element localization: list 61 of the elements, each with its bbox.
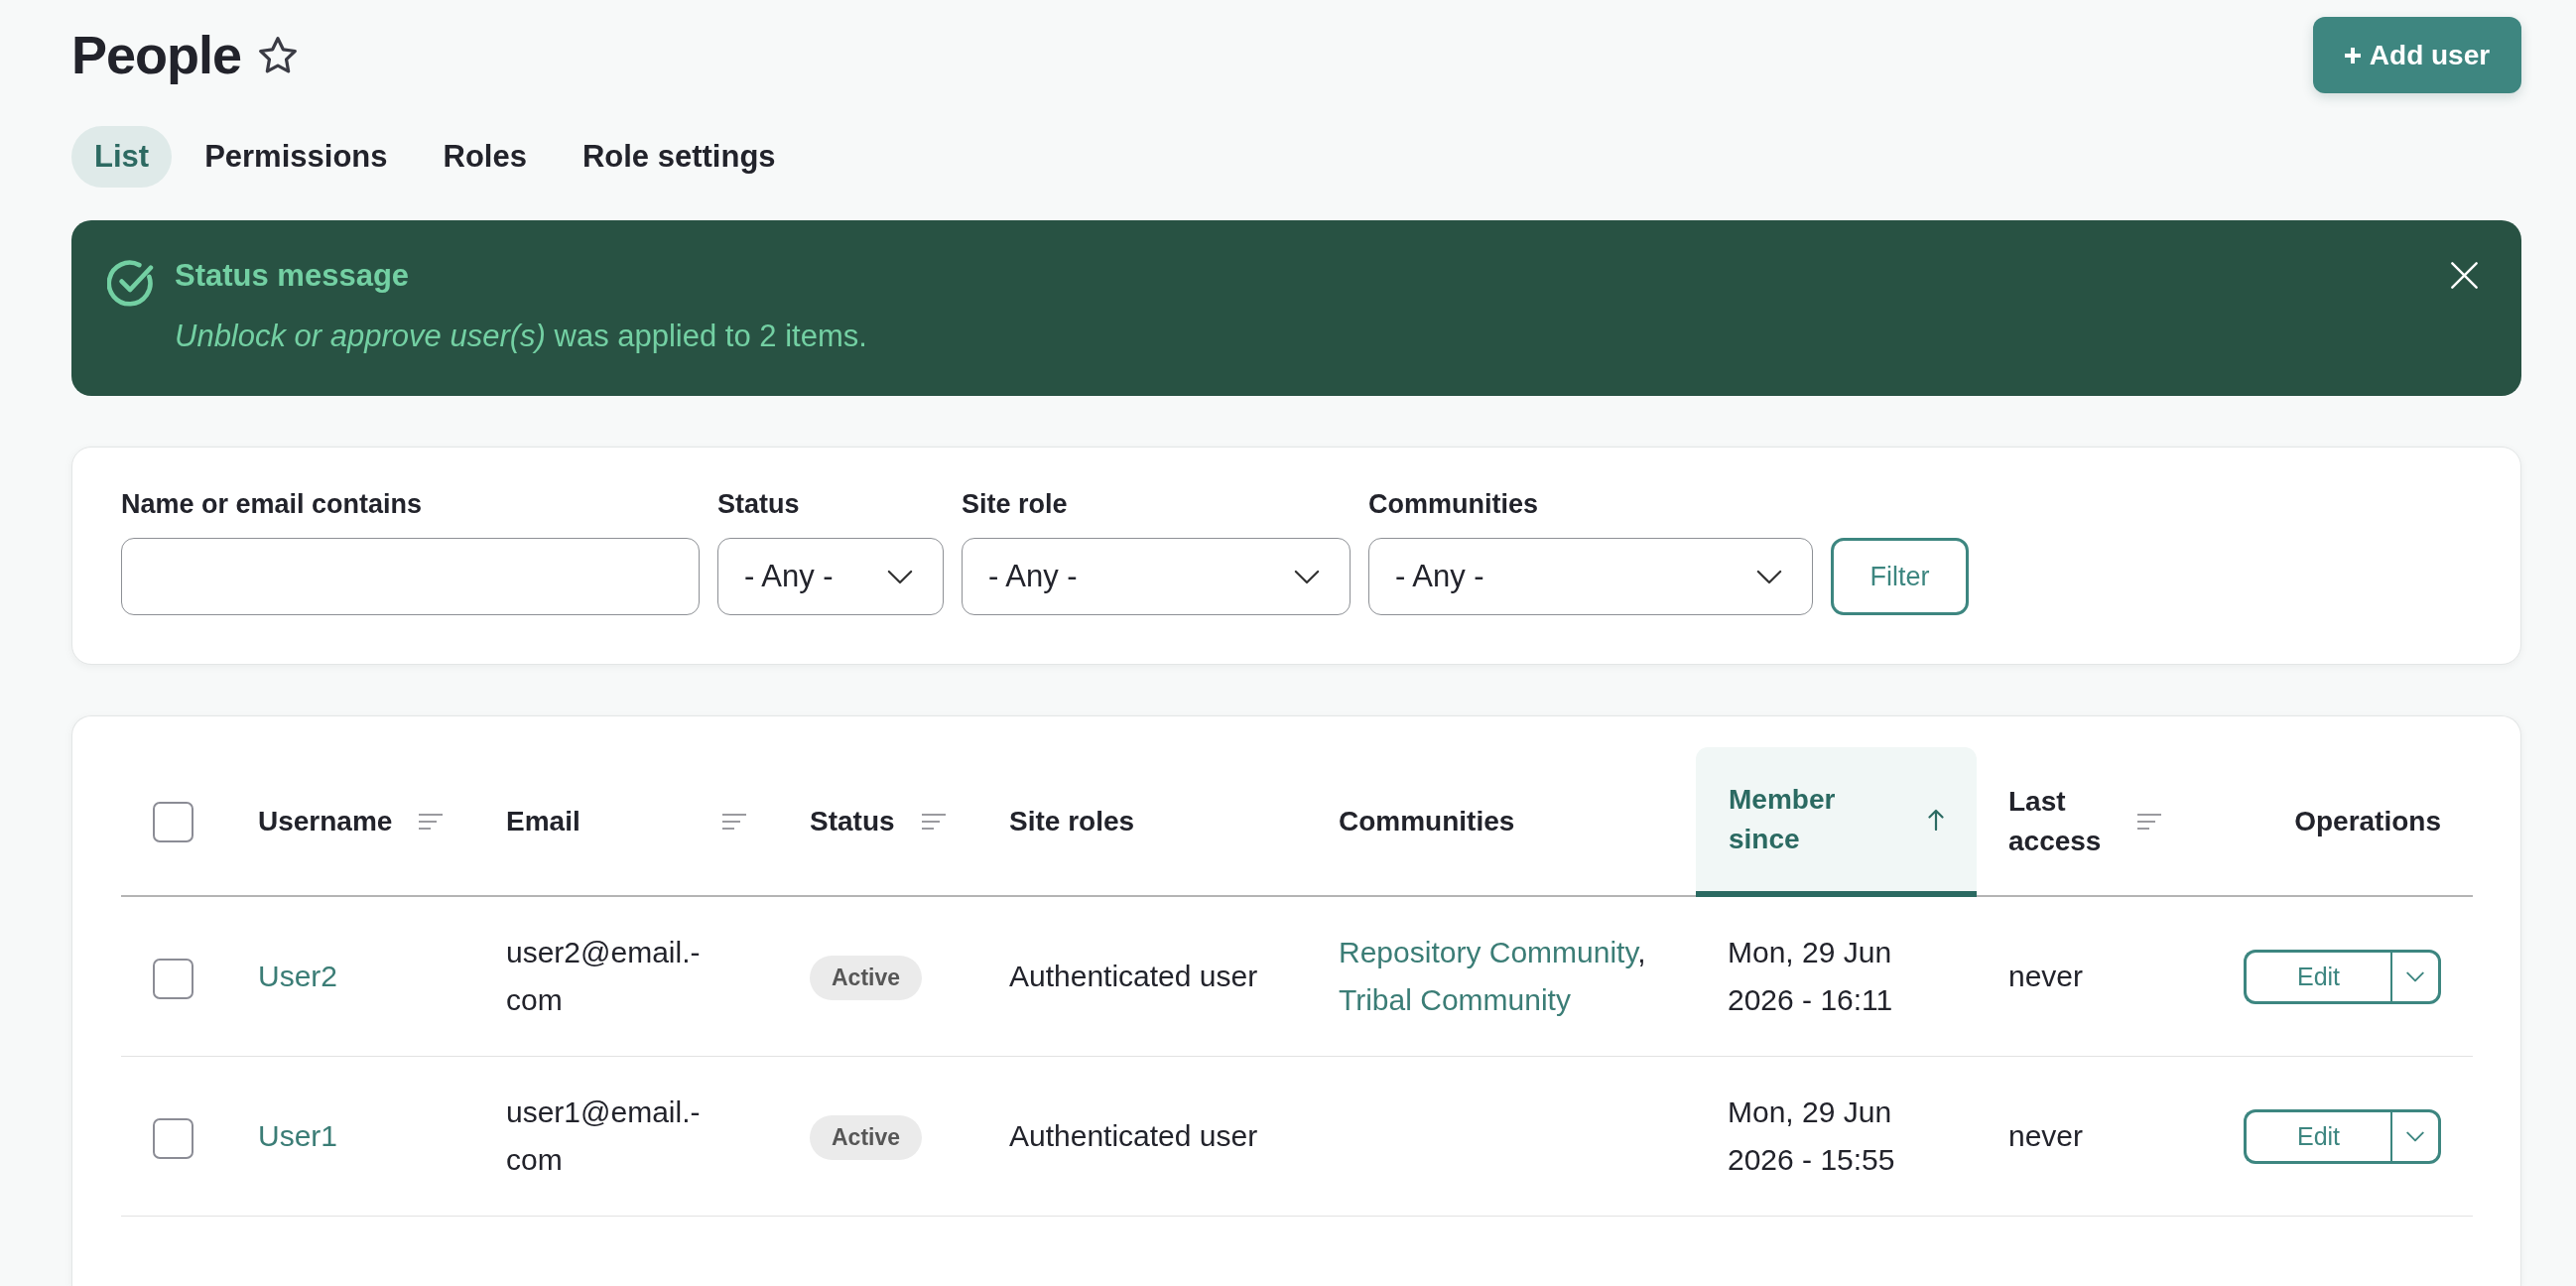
communities-text: Repository Community, Tribal Community	[1339, 936, 1646, 1016]
column-header: Communities	[1339, 805, 1515, 836]
site-role-text: Authenticated user	[1009, 960, 1258, 992]
chevron-down-icon	[2406, 970, 2424, 982]
add-user-button[interactable]: Add user	[2313, 17, 2521, 93]
status-title: Status message	[175, 257, 410, 295]
field-label: Name or email contains	[121, 488, 423, 521]
field-label: Status	[717, 488, 800, 521]
username-link[interactable]: User1	[258, 1119, 338, 1152]
select-all-checkbox[interactable]	[153, 801, 193, 842]
column-header: Site roles	[1009, 805, 1135, 836]
sort-icon	[419, 813, 443, 830]
chevron-down-icon	[1756, 569, 1782, 584]
field-label: Communities	[1368, 488, 1539, 521]
input-field[interactable]	[121, 538, 700, 615]
sortable-column-header[interactable]: Status	[810, 801, 946, 841]
sort-icon	[722, 813, 746, 830]
date-text: Mon, 29 Jun 2026 - 15:55	[1728, 1095, 1895, 1176]
tab[interactable]: List	[71, 126, 173, 188]
email-text: user1@email.-com	[506, 1095, 701, 1176]
column-header: Operations	[2294, 805, 2441, 836]
status-badge: Active	[810, 1115, 923, 1161]
chevron-down-icon	[2406, 1130, 2424, 1142]
site-role-text: Authenticated user	[1009, 1119, 1258, 1152]
row-checkbox[interactable]	[153, 1117, 193, 1159]
tab[interactable]: Role settings	[559, 126, 799, 188]
star-icon[interactable]	[259, 37, 298, 73]
chevron-down-icon	[1294, 569, 1320, 584]
sort-icon	[922, 813, 946, 830]
plus-icon	[2344, 47, 2361, 64]
status-text: Unblock or approve user(s) was applied to 2 items.	[175, 318, 867, 355]
email-text: user2@email.-com	[506, 936, 701, 1016]
date-text: Mon, 29 Jun 2026 - 16:11	[1728, 936, 1893, 1016]
sortable-column-header[interactable]: Email	[506, 801, 746, 841]
check-circle-icon	[107, 260, 154, 307]
tab[interactable]: Permissions	[182, 126, 411, 188]
edit-button[interactable]: Edit	[2244, 1108, 2390, 1164]
select-field[interactable]: - Any -	[1368, 538, 1813, 615]
dropdown-toggle-button[interactable]	[2390, 1108, 2441, 1164]
sortable-column-header[interactable]: Username	[258, 801, 443, 841]
field-label: Site role	[962, 488, 1068, 521]
sortable-column-header[interactable]: Last access	[2008, 781, 2161, 861]
dropdown-toggle-button[interactable]	[2390, 949, 2441, 1004]
status-badge: Active	[810, 956, 923, 1001]
tab[interactable]: Roles	[420, 126, 550, 188]
filter-button[interactable]: Filter	[1831, 538, 1969, 615]
sortable-column-header[interactable]: Member since	[1696, 747, 1977, 895]
select-field[interactable]: - Any -	[717, 538, 944, 615]
close-icon[interactable]	[2451, 262, 2478, 289]
sort-icon	[2137, 813, 2161, 830]
community-link[interactable]: Repository Community	[1339, 936, 1638, 968]
edit-button[interactable]: Edit	[2244, 949, 2390, 1004]
arrow-up-icon	[1928, 808, 1944, 831]
page-title: People	[71, 24, 242, 86]
last-access-text: never	[2008, 1119, 2084, 1152]
username-link[interactable]: User2	[258, 960, 338, 992]
last-access-text: never	[2008, 960, 2084, 992]
row-checkbox[interactable]	[153, 958, 193, 999]
community-link[interactable]: Tribal Community	[1339, 983, 1571, 1016]
select-field[interactable]: - Any -	[962, 538, 1351, 615]
chevron-down-icon	[887, 569, 913, 584]
